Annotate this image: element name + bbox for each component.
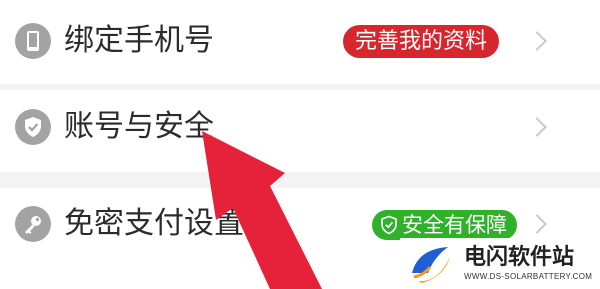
phone-icon	[15, 23, 51, 59]
key-icon	[15, 206, 51, 242]
watermark: 电闪软件站 WWW.DS-SOLARBATTERY.COM	[400, 238, 600, 289]
secure-guarantee-badge[interactable]: 安全有保障	[372, 210, 517, 240]
shield-check-icon	[15, 109, 51, 145]
badge-label: 安全有保障	[402, 213, 507, 237]
settings-row-label: 免密支付设置	[64, 206, 244, 241]
settings-row-label: 绑定手机号	[64, 23, 214, 58]
settings-row-label: 账号与安全	[64, 109, 214, 144]
shield-check-icon	[381, 215, 397, 235]
complete-profile-badge[interactable]: 完善我的资料	[343, 25, 500, 58]
watermark-url: WWW.DS-SOLARBATTERY.COM	[464, 271, 593, 281]
logo-icon	[412, 246, 450, 283]
watermark-name: 电闪软件站	[464, 244, 575, 270]
section-separator	[0, 172, 600, 188]
